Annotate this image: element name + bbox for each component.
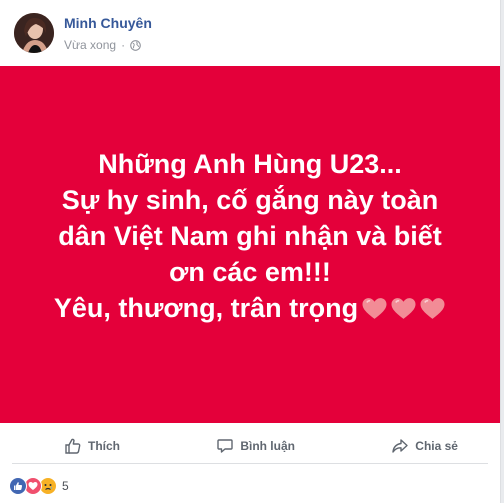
reaction-count[interactable]: 5 [62,479,69,493]
share-button[interactable]: Chia sẻ [351,432,488,460]
heart-icon [420,298,445,319]
share-label: Chia sẻ [415,439,458,453]
colored-status-background: Những Anh Hùng U23... Sự hy sinh, cố gắn… [0,66,500,423]
feed-post: Minh Chuyên Vừa xong · Những Anh Hùng U2… [0,0,501,503]
status-text: Những Anh Hùng U23... Sự hy sinh, cố gắn… [20,146,480,330]
post-timestamp[interactable]: Vừa xong [64,38,116,52]
author-name[interactable]: Minh Chuyên [64,15,152,31]
status-line: Yêu, thương, trân trọng [53,293,359,323]
like-label: Thích [88,439,120,453]
share-icon [392,439,408,453]
post-meta: Vừa xong · [64,38,141,52]
comment-button[interactable]: Bình luận [176,432,335,460]
status-line-last: Yêu, thương, trân trọng [20,290,480,330]
reactions-summary[interactable]: 5 [9,476,69,496]
author-avatar[interactable] [14,13,54,53]
status-line: dân Việt Nam ghi nhận và biết [58,221,442,251]
comment-icon [217,439,234,453]
meta-separator: · [121,38,126,52]
like-reaction-icon [9,477,27,495]
status-line: Những Anh Hùng U23... [98,149,402,179]
hearts-emoji [359,294,446,330]
post-actions-bar: Thích Bình luận Chia sẻ [12,431,488,464]
heart-icon [391,298,416,319]
comment-label: Bình luận [240,439,295,453]
post-header: Minh Chuyên Vừa xong · [0,0,500,66]
thumbs-up-icon [65,438,81,454]
status-line: Sự hy sinh, cố gắng này toàn [61,185,439,215]
like-button[interactable]: Thích [12,432,160,460]
globe-icon[interactable] [130,39,141,51]
status-line: ơn các em!!! [169,257,331,287]
heart-icon [362,298,387,319]
